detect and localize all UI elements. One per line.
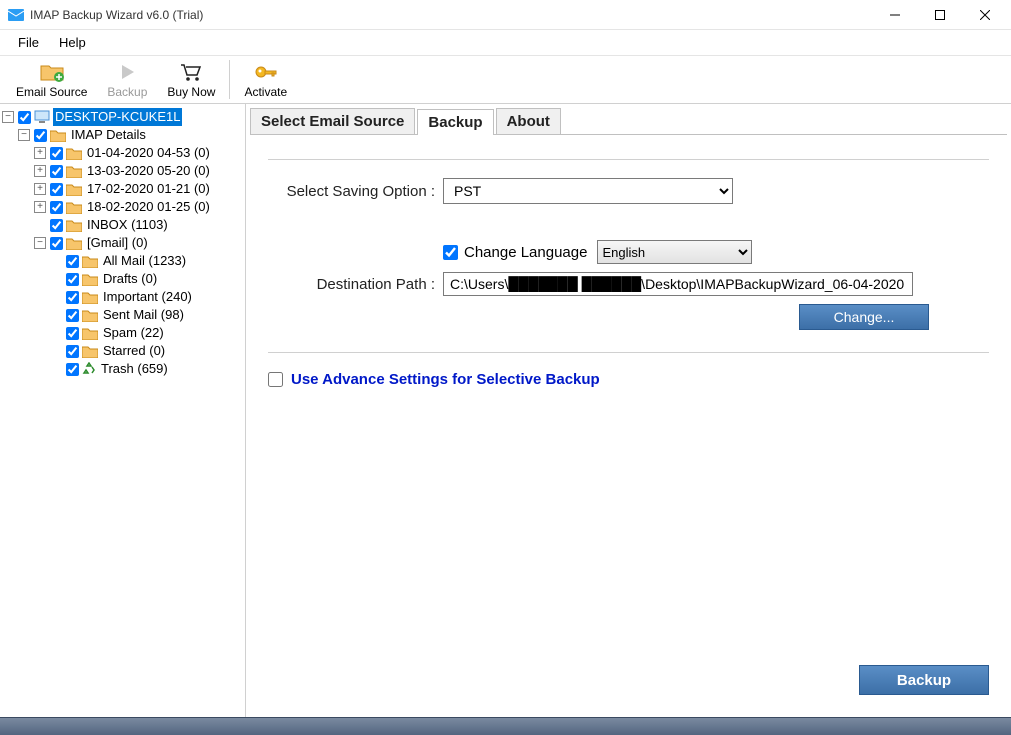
folder-plus-icon xyxy=(40,61,64,83)
cart-icon xyxy=(179,61,203,83)
tree-folder-node[interactable]: Drafts (0) xyxy=(50,270,243,288)
tree-gmail-node[interactable]: −[Gmail] (0) xyxy=(34,234,243,252)
divider xyxy=(268,352,989,353)
folder-tree[interactable]: − DESKTOP-KCUKE1L − IMAP Details +01-04-… xyxy=(0,104,246,717)
destination-path-input[interactable] xyxy=(443,272,913,296)
expand-icon[interactable]: + xyxy=(34,165,46,177)
content-panel: Select Email Source Backup About Select … xyxy=(246,104,1011,717)
advance-settings-link[interactable]: Use Advance Settings for Selective Backu… xyxy=(291,371,600,388)
saving-option-label: Select Saving Option : xyxy=(268,183,443,200)
divider xyxy=(268,159,989,160)
tree-checkbox[interactable] xyxy=(50,147,63,160)
tab-backup[interactable]: Backup xyxy=(417,109,493,135)
tree-checkbox[interactable] xyxy=(66,363,79,376)
expand-icon[interactable]: + xyxy=(34,183,46,195)
close-button[interactable] xyxy=(962,1,1007,29)
folder-icon xyxy=(66,147,82,160)
collapse-icon[interactable]: − xyxy=(18,129,30,141)
tree-checkbox[interactable] xyxy=(66,255,79,268)
folder-icon xyxy=(82,273,98,286)
expand-icon[interactable]: + xyxy=(34,201,46,213)
folder-icon xyxy=(82,345,98,358)
change-language-checkbox[interactable] xyxy=(443,245,458,260)
menubar: File Help xyxy=(0,30,1011,56)
collapse-icon[interactable]: − xyxy=(34,237,46,249)
tree-folder-node[interactable]: Important (240) xyxy=(50,288,243,306)
tree-folder-node[interactable]: +13-03-2020 05-20 (0) xyxy=(34,162,243,180)
tree-checkbox[interactable] xyxy=(50,201,63,214)
folder-icon xyxy=(82,309,98,322)
folder-icon xyxy=(50,129,66,142)
tree-imap-details[interactable]: − IMAP Details xyxy=(18,126,243,144)
folder-icon xyxy=(66,201,82,214)
tree-checkbox[interactable] xyxy=(18,111,31,124)
tree-checkbox[interactable] xyxy=(50,183,63,196)
tree-checkbox[interactable] xyxy=(50,237,63,250)
folder-icon xyxy=(66,165,82,178)
folder-icon xyxy=(82,255,98,268)
backup-button[interactable]: Backup xyxy=(859,665,989,695)
language-select[interactable]: English xyxy=(597,240,752,264)
tree-folder-node[interactable]: Trash (659) xyxy=(50,360,243,378)
buy-now-button[interactable]: Buy Now xyxy=(157,56,225,103)
tab-about[interactable]: About xyxy=(496,108,561,134)
tree-root-node[interactable]: − DESKTOP-KCUKE1L xyxy=(2,108,243,126)
maximize-button[interactable] xyxy=(917,1,962,29)
email-source-button[interactable]: Email Source xyxy=(6,56,97,103)
tree-folder-node[interactable]: Starred (0) xyxy=(50,342,243,360)
tree-folder-node[interactable]: +18-02-2020 01-25 (0) xyxy=(34,198,243,216)
window-title: IMAP Backup Wizard v6.0 (Trial) xyxy=(30,8,872,22)
tree-folder-node[interactable]: Sent Mail (98) xyxy=(50,306,243,324)
saving-option-select[interactable]: PST xyxy=(443,178,733,204)
menu-help[interactable]: Help xyxy=(49,31,96,54)
tree-checkbox[interactable] xyxy=(66,327,79,340)
tree-checkbox[interactable] xyxy=(50,165,63,178)
key-icon xyxy=(254,61,278,83)
tree-folder-node[interactable]: All Mail (1233) xyxy=(50,252,243,270)
recycle-icon xyxy=(82,362,96,376)
folder-icon xyxy=(66,183,82,196)
tree-checkbox[interactable] xyxy=(66,291,79,304)
tree-folder-node[interactable]: Spam (22) xyxy=(50,324,243,342)
folder-icon xyxy=(66,219,82,232)
tree-checkbox[interactable] xyxy=(66,309,79,322)
tree-checkbox[interactable] xyxy=(66,345,79,358)
change-language-label: Change Language xyxy=(464,244,587,261)
menu-file[interactable]: File xyxy=(8,31,49,54)
tab-select-email-source[interactable]: Select Email Source xyxy=(250,108,415,134)
tree-folder-node[interactable]: INBOX (1103) xyxy=(34,216,243,234)
toolbar-separator xyxy=(229,60,230,99)
expand-icon[interactable]: + xyxy=(34,147,46,159)
folder-icon xyxy=(82,327,98,340)
activate-button[interactable]: Activate xyxy=(234,56,297,103)
play-icon xyxy=(118,61,136,83)
computer-icon xyxy=(34,110,50,124)
backup-toolbar-button[interactable]: Backup xyxy=(97,56,157,103)
toolbar: Email Source Backup Buy Now Activate xyxy=(0,56,1011,104)
destination-path-label: Destination Path : xyxy=(268,276,443,293)
folder-icon xyxy=(82,291,98,304)
statusbar xyxy=(0,717,1011,735)
minimize-button[interactable] xyxy=(872,1,917,29)
tree-checkbox[interactable] xyxy=(66,273,79,286)
collapse-icon[interactable]: − xyxy=(2,111,14,123)
change-path-button[interactable]: Change... xyxy=(799,304,929,330)
tree-checkbox[interactable] xyxy=(50,219,63,232)
folder-icon xyxy=(66,237,82,250)
app-icon xyxy=(8,7,24,23)
tree-folder-node[interactable]: +01-04-2020 04-53 (0) xyxy=(34,144,243,162)
tree-folder-node[interactable]: +17-02-2020 01-21 (0) xyxy=(34,180,243,198)
titlebar: IMAP Backup Wizard v6.0 (Trial) xyxy=(0,0,1011,30)
tabs: Select Email Source Backup About xyxy=(250,108,1007,135)
tree-checkbox[interactable] xyxy=(34,129,47,142)
advance-settings-checkbox[interactable] xyxy=(268,372,283,387)
